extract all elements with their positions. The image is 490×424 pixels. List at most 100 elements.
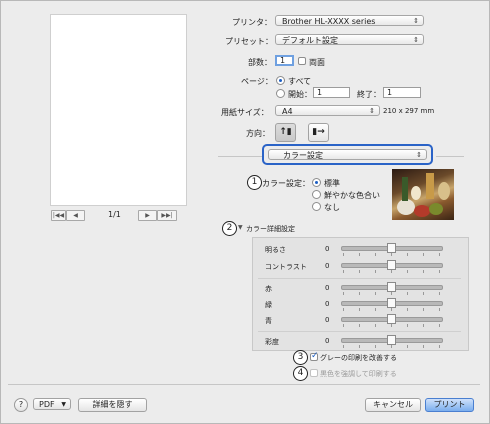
green-label: 緑: [265, 301, 272, 309]
color-none-radio[interactable]: [312, 202, 321, 211]
landscape-icon: ▮→: [312, 127, 325, 137]
orientation-label: 方向：: [246, 129, 270, 138]
brightness-value: 0: [325, 245, 330, 253]
slider-tick: [391, 292, 392, 295]
slider-tick: [423, 270, 424, 273]
paper-size-value: A4: [282, 107, 293, 116]
pdf-menu-button[interactable]: PDF ▼: [33, 398, 71, 410]
duplex-label: 両面: [309, 58, 325, 67]
slider-tick: [359, 308, 360, 311]
help-button[interactable]: ?: [14, 398, 28, 412]
orientation-portrait-button[interactable]: ↑▮: [275, 123, 296, 142]
color-standard-label: 標準: [324, 179, 340, 188]
gray-print-checkbox[interactable]: [310, 351, 319, 361]
contrast-slider-thumb[interactable]: [387, 260, 396, 270]
color-sample-image: [392, 169, 454, 220]
slider-tick: [343, 308, 344, 311]
pages-to-input[interactable]: 1: [383, 87, 421, 98]
pages-from-input[interactable]: 1: [313, 87, 350, 98]
slider-tick: [407, 308, 408, 311]
paper-size-label: 用紙サイズ：: [221, 108, 269, 117]
callout-4: 4: [293, 366, 308, 381]
pdf-label: PDF: [39, 400, 55, 409]
pages-all-radio[interactable]: [276, 76, 285, 85]
still-life-photo-icon: [397, 173, 450, 217]
print-preview-page: [50, 14, 187, 206]
blue-slider-thumb[interactable]: [387, 314, 396, 324]
color-setting-label: カラー設定：: [262, 179, 310, 188]
slider-tick: [359, 345, 360, 348]
saturation-label: 彩度: [265, 338, 279, 346]
pages-to-label: 終了：: [357, 90, 381, 99]
green-slider-thumb[interactable]: [387, 298, 396, 308]
contrast-value: 0: [325, 262, 330, 270]
last-page-button[interactable]: ▶▶|: [157, 210, 177, 221]
saturation-slider-thumb[interactable]: [387, 335, 396, 345]
panel-menu-value: カラー設定: [283, 151, 323, 160]
paper-dimensions: 210 x 297 mm: [383, 107, 435, 115]
slider-tick: [391, 324, 392, 327]
footer-separator: [8, 384, 480, 385]
blue-label: 青: [265, 317, 272, 325]
slider-tick: [391, 270, 392, 273]
paper-size-select[interactable]: A4 ⇕: [275, 105, 380, 116]
pages-all-label: すべて: [288, 77, 312, 86]
printer-select[interactable]: Brother HL-XXXX series ⇕: [275, 15, 424, 26]
slider-tick: [343, 324, 344, 327]
copies-input[interactable]: 1: [275, 55, 294, 66]
dropdown-arrow-icon: ▼: [61, 401, 66, 408]
panel-separator-1: [258, 278, 461, 279]
slider-tick: [423, 324, 424, 327]
slider-tick: [375, 345, 376, 348]
slider-tick: [439, 324, 440, 327]
advanced-color-label: カラー詳細設定: [246, 225, 295, 233]
panel-menu-select[interactable]: カラー設定 ⇕: [268, 149, 427, 160]
next-page-button[interactable]: ▶: [138, 210, 157, 221]
slider-tick: [423, 345, 424, 348]
updown-arrow-icon: ⇕: [416, 151, 422, 159]
slider-tick: [407, 324, 408, 327]
pages-from-label: 開始：: [288, 90, 312, 99]
slider-tick: [423, 292, 424, 295]
color-none-label: なし: [324, 203, 340, 212]
color-vivid-radio[interactable]: [312, 190, 321, 199]
cancel-button[interactable]: キャンセル: [365, 398, 421, 412]
pages-range-radio[interactable]: [276, 89, 285, 98]
separator-right: [436, 156, 464, 157]
slider-tick: [343, 292, 344, 295]
slider-tick: [407, 253, 408, 256]
slider-tick: [391, 253, 392, 256]
red-label: 赤: [265, 285, 272, 293]
slider-tick: [407, 270, 408, 273]
callout-3: 3: [293, 350, 308, 365]
updown-arrow-icon: ⇕: [413, 36, 419, 44]
preset-select[interactable]: デフォルト設定 ⇕: [275, 34, 424, 45]
black-emphasis-label: 黒色を強調して印刷する: [320, 370, 397, 378]
slider-tick: [375, 253, 376, 256]
color-vivid-label: 鮮やかな色合い: [324, 191, 380, 200]
pages-label: ページ：: [241, 77, 273, 86]
previous-page-button[interactable]: ◀: [66, 210, 85, 221]
black-emphasis-checkbox: [310, 369, 318, 377]
slider-tick: [391, 345, 392, 348]
print-button[interactable]: プリント: [425, 398, 474, 412]
slider-tick: [439, 308, 440, 311]
color-standard-radio[interactable]: [312, 178, 321, 187]
first-page-button[interactable]: |◀◀: [51, 210, 66, 221]
disclosure-triangle-icon[interactable]: ▼: [238, 224, 243, 231]
preset-label: プリセット：: [225, 37, 273, 46]
slider-tick: [423, 308, 424, 311]
slider-tick: [407, 345, 408, 348]
orientation-landscape-button[interactable]: ▮→: [308, 123, 329, 142]
portrait-icon: ↑▮: [279, 127, 292, 137]
slider-tick: [359, 324, 360, 327]
hide-details-button[interactable]: 詳細を隠す: [78, 398, 147, 412]
contrast-label: コントラスト: [265, 263, 307, 271]
red-slider-thumb[interactable]: [387, 282, 396, 292]
slider-tick: [423, 253, 424, 256]
slider-tick: [439, 253, 440, 256]
duplex-checkbox[interactable]: [298, 57, 306, 65]
slider-tick: [375, 270, 376, 273]
slider-tick: [343, 270, 344, 273]
brightness-slider-thumb[interactable]: [387, 243, 396, 253]
